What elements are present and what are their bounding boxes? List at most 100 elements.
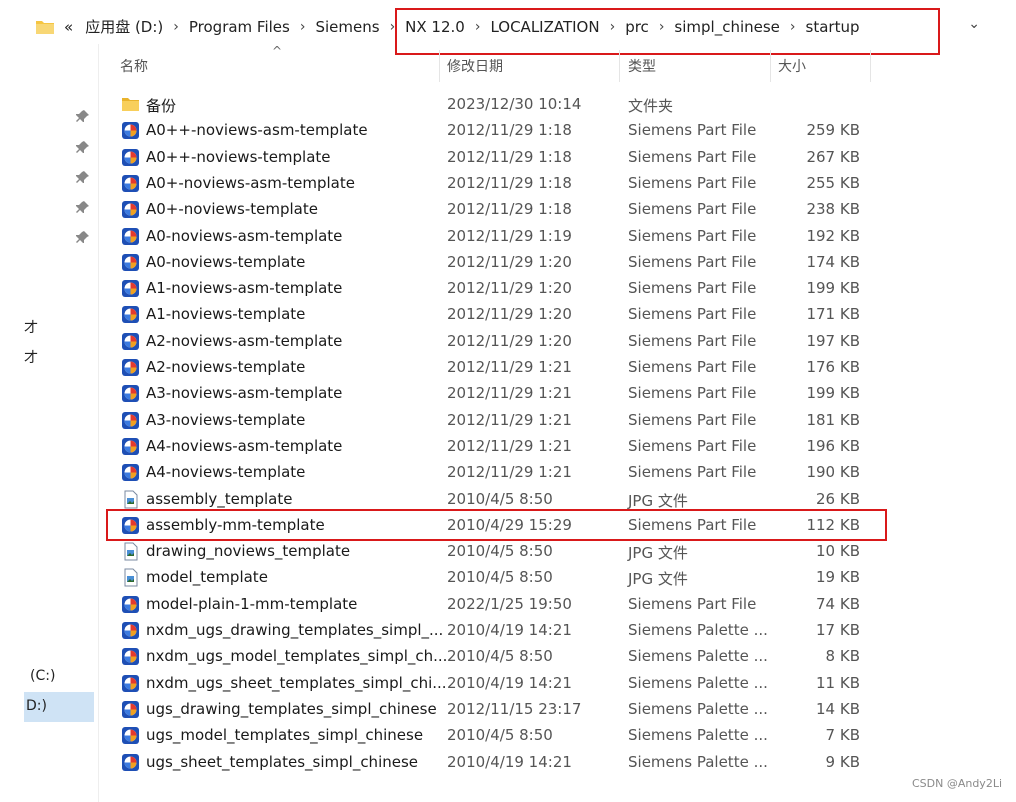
breadcrumb-item[interactable]: simpl_chinese [674,18,779,36]
column-separator[interactable] [870,50,871,82]
file-name: A1-noviews-template [146,305,306,324]
file-name: model-plain-1-mm-template [146,594,358,613]
file-row[interactable]: A0-noviews-template 2012/11/29 1:20 Siemen… [100,249,900,275]
column-header-type[interactable]: 类型 [628,50,656,82]
breadcrumb[interactable]: « 应用盘 (D:) › Program Files › Siemens › NX 12.0 ›… [64,16,859,37]
column-header-date[interactable]: 修改日期 [447,50,503,82]
file-row[interactable]: A3-noviews-asm-template 2012/11/29 1:21 Si… [100,380,900,406]
file-size: 181 KB [806,410,860,429]
file-row[interactable]: assembly-mm-template 2010/4/29 15:29 Sieme… [100,512,900,538]
nav-drive-c[interactable]: (C:) [30,668,55,684]
file-row[interactable]: A0+-noviews-template 2012/11/29 1:18 Sieme… [100,196,900,222]
file-name: A4-noviews-template [146,463,306,482]
file-row[interactable]: A0+-noviews-asm-template 2012/11/29 1:18 S… [100,170,900,196]
file-row[interactable]: model-plain-1-mm-template 2022/1/25 19:50… [100,591,900,617]
nx-part-icon [121,726,140,745]
column-separator[interactable] [770,50,771,82]
nav-item-fragment[interactable]: 才 [24,317,38,337]
breadcrumb-item[interactable]: 应用盘 (D:) [85,16,163,37]
breadcrumb-item[interactable]: Program Files [189,18,290,36]
nx-part-icon [121,674,140,693]
file-row[interactable]: A0++-noviews-template 2012/11/29 1:18 Siem… [100,144,900,170]
column-separator[interactable] [439,50,440,82]
pane-divider[interactable] [98,44,99,802]
file-row[interactable]: model_template 2010/4/5 8:50 JPG 文件 19 KB [100,564,900,590]
file-row[interactable]: 备份 2023/12/30 10:14 文件夹 [100,91,900,117]
chevron-down-icon[interactable]: ⌄ [968,16,980,32]
breadcrumb-separator[interactable]: › [475,19,481,35]
pin-icon[interactable] [76,108,90,122]
file-date: 2012/11/29 1:21 [447,410,572,429]
file-row[interactable]: A0++-noviews-asm-template 2012/11/29 1:18… [100,117,900,143]
file-type: Siemens Part File [628,305,757,324]
file-row[interactable]: A4-noviews-asm-template 2012/11/29 1:21 Si… [100,433,900,459]
file-row[interactable]: ugs_drawing_templates_simpl_chinese 2012/… [100,696,900,722]
file-size: 11 KB [816,673,860,692]
file-type: 文件夹 [628,97,674,115]
file-row[interactable]: A0-noviews-asm-template 2012/11/29 1:19 Si… [100,223,900,249]
nx-part-icon [121,700,140,719]
watermark: CSDN @Andy2Li [911,777,1002,790]
nx-part-icon [121,148,140,167]
breadcrumb-separator[interactable]: › [659,19,665,35]
pin-icon[interactable] [76,139,90,153]
file-row[interactable]: A2-noviews-template 2012/11/29 1:21 Siemen… [100,354,900,380]
file-name: drawing_noviews_template [146,542,351,561]
file-row[interactable]: drawing_noviews_template 2010/4/5 8:50 JPG… [100,538,900,564]
breadcrumb-separator[interactable]: › [790,19,796,35]
breadcrumb-separator[interactable]: › [610,19,616,35]
file-row[interactable]: A1-noviews-asm-template 2012/11/29 1:20 Si… [100,275,900,301]
nx-part-icon [121,647,140,666]
file-name: ugs_sheet_templates_simpl_chinese [146,752,419,771]
file-date: 2012/11/29 1:18 [447,147,572,166]
file-type: Siemens Palette ... [628,673,768,692]
pin-icon[interactable] [76,199,90,213]
file-name: A3-noviews-asm-template [146,384,343,403]
file-date: 2010/4/5 8:50 [447,726,553,745]
nav-item-fragment[interactable]: 才 [24,347,38,367]
breadcrumb-separator[interactable]: › [390,19,396,35]
address-bar[interactable]: « 应用盘 (D:) › Program Files › Siemens › NX 12.0 ›… [30,10,986,43]
nx-part-icon [121,463,140,482]
file-row[interactable]: assembly_template 2010/4/5 8:50 JPG 文件 26 K… [100,486,900,512]
breadcrumb-item[interactable]: prc [625,18,649,36]
file-row[interactable]: A4-noviews-template 2012/11/29 1:21 Siemen… [100,459,900,485]
nav-drive-d[interactable]: D:) [26,698,47,714]
nx-part-icon [121,384,140,403]
nx-part-icon [121,121,140,140]
column-separator[interactable] [619,50,620,82]
file-row[interactable]: nxdm_ugs_sheet_templates_simpl_chi... 201… [100,670,900,696]
file-name: assembly-mm-template [146,515,325,534]
file-row[interactable]: A1-noviews-template 2012/11/29 1:20 Siemen… [100,301,900,327]
file-type: JPG 文件 [628,544,688,563]
file-size: 171 KB [806,305,860,324]
file-type: Siemens Part File [628,463,757,482]
file-size: 74 KB [816,594,860,613]
column-header-name[interactable]: 名称 [120,50,148,82]
breadcrumb-item[interactable]: Siemens [315,18,379,36]
breadcrumb-item[interactable]: NX 12.0 [405,18,465,36]
nx-part-icon [121,279,140,298]
file-row[interactable]: ugs_sheet_templates_simpl_chinese 2010/4/… [100,749,900,775]
breadcrumb-overflow[interactable]: « [64,18,73,36]
nx-part-icon [121,437,140,456]
breadcrumb-item[interactable]: startup [806,18,860,36]
column-header-size[interactable]: 大小 [778,50,806,82]
file-row[interactable]: nxdm_ugs_model_templates_simpl_ch... 2010… [100,643,900,669]
file-type: Siemens Palette ... [628,752,768,771]
file-row[interactable]: A3-noviews-template 2012/11/29 1:21 Siemen… [100,407,900,433]
breadcrumb-separator[interactable]: › [173,19,179,35]
file-type: Siemens Part File [628,173,757,192]
pin-icon[interactable] [76,169,90,183]
file-row[interactable]: ugs_model_templates_simpl_chinese 2010/4/… [100,722,900,748]
breadcrumb-separator[interactable]: › [300,19,306,35]
file-date: 2012/11/29 1:20 [447,305,572,324]
file-type: Siemens Palette ... [628,726,768,745]
file-type: Siemens Palette ... [628,621,768,639]
file-name: A0+-noviews-template [146,200,318,219]
breadcrumb-item[interactable]: LOCALIZATION [490,18,599,36]
file-row[interactable]: nxdm_ugs_drawing_templates_simpl_... 2010… [100,617,900,643]
pin-icon[interactable] [76,229,90,243]
file-type: Siemens Part File [628,252,757,271]
file-row[interactable]: A2-noviews-asm-template 2012/11/29 1:20 Si… [100,328,900,354]
